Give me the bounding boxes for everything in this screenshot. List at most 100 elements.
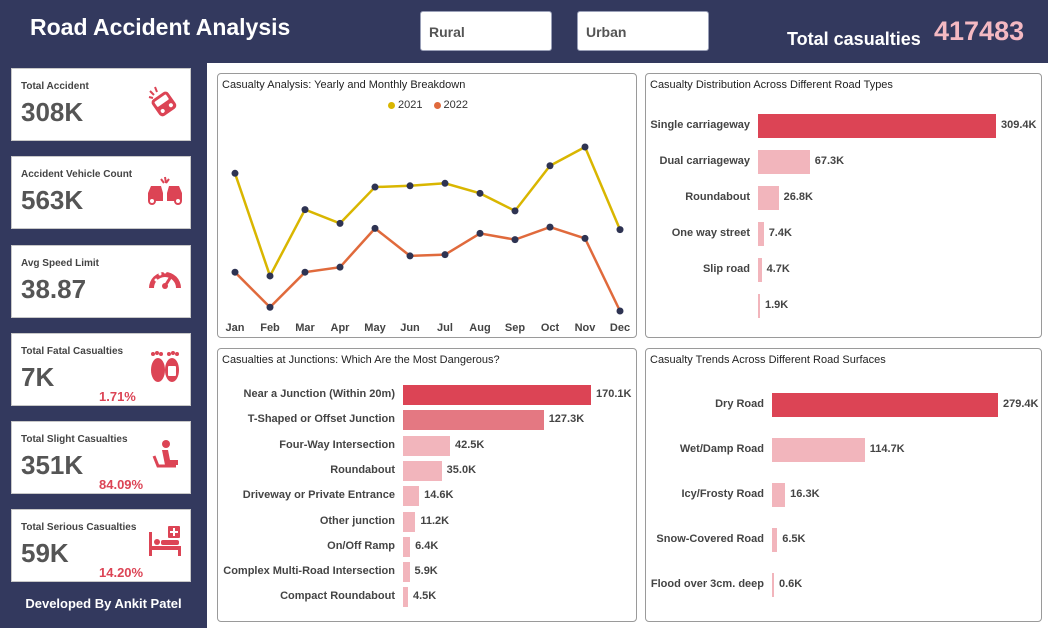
bar[interactable] xyxy=(758,186,779,210)
data-point-2021-Sep[interactable] xyxy=(511,207,519,215)
bar[interactable] xyxy=(758,114,996,138)
bar[interactable] xyxy=(403,410,544,431)
bar-value-label: 0.6K xyxy=(779,578,803,590)
data-point-2022-Jan[interactable] xyxy=(231,268,239,276)
bar-value-label: 4.7K xyxy=(766,263,790,275)
bar-category-label: Other junction xyxy=(319,514,395,527)
kpi-label: Total Serious Casualties xyxy=(21,522,137,533)
bar[interactable] xyxy=(403,385,591,405)
data-point-2022-Mar[interactable] xyxy=(301,268,309,276)
bar[interactable] xyxy=(403,435,450,456)
data-point-2022-Nov[interactable] xyxy=(581,234,589,242)
bar-category-label: Complex Multi-Road Intersection xyxy=(223,565,395,578)
data-point-2022-Feb[interactable] xyxy=(266,303,274,311)
data-point-2021-Apr[interactable] xyxy=(336,219,344,227)
bar[interactable] xyxy=(403,486,420,507)
surfaces-bar-chart: Dry Road 279.4K Wet/Damp Road 114.7K Icy/Fro… xyxy=(646,349,1041,621)
x-tick-label: Jul xyxy=(437,322,453,334)
bar[interactable] xyxy=(403,587,408,608)
kpi-card-vehicle-count: Accident Vehicle Count 563K xyxy=(11,156,191,229)
kpi-card-total-accident: Total Accident 308K xyxy=(11,68,191,141)
bar[interactable] xyxy=(403,511,416,532)
bar-value-label: 170.1K xyxy=(596,388,632,400)
speedometer-icon xyxy=(149,270,181,289)
x-tick-label: Nov xyxy=(575,322,597,334)
bar[interactable] xyxy=(758,150,810,174)
hospital-bed-icon xyxy=(149,526,181,556)
kpi-value: 59K xyxy=(21,538,69,568)
bar-category-label: Icy/Frosty Road xyxy=(681,488,764,500)
bar[interactable] xyxy=(758,222,764,246)
bar-value-label: 14.6K xyxy=(424,489,454,502)
data-point-2021-Feb[interactable] xyxy=(266,272,274,280)
surfaces-panel: Casualty Trends Across Different Road Su… xyxy=(645,348,1042,622)
bar[interactable] xyxy=(403,536,411,557)
bar-value-label: 11.2K xyxy=(420,514,450,527)
data-point-2022-Apr[interactable] xyxy=(336,263,344,271)
bar-value-label: 114.7K xyxy=(869,443,905,455)
data-point-2022-Jun[interactable] xyxy=(406,252,414,260)
kpi-value: 563K xyxy=(21,185,84,215)
filter-rural[interactable]: Rural xyxy=(420,11,552,51)
data-point-2021-Mar[interactable] xyxy=(301,206,309,214)
bar-category-label: Roundabout xyxy=(330,463,395,476)
developer-credit: Developed By Ankit Patel xyxy=(25,596,182,611)
bar-value-label: 127.3K xyxy=(548,413,585,426)
series-line-2021 xyxy=(233,145,622,280)
total-casualties-label: Total casualties xyxy=(787,29,921,49)
bar[interactable] xyxy=(403,460,442,481)
seated-person-icon xyxy=(152,440,178,468)
bar[interactable] xyxy=(772,528,778,552)
kpi-card-avg-speed: Avg Speed Limit 38.87 xyxy=(11,245,191,318)
kpi-label: Total Accident xyxy=(21,81,89,92)
bar-category-label: Compact Roundabout xyxy=(280,590,395,603)
bar-category-label: Dry Road xyxy=(715,398,764,410)
x-tick-label: Sep xyxy=(505,322,525,334)
data-point-2022-Oct[interactable] xyxy=(546,223,554,231)
data-point-2021-Nov[interactable] xyxy=(581,143,589,151)
bar-value-label: 309.4K xyxy=(1001,119,1037,131)
kpi-card-serious: Total Serious Casualties 59K 14.20% xyxy=(11,509,191,582)
data-point-2022-May[interactable] xyxy=(371,224,379,232)
data-point-2022-Jul[interactable] xyxy=(441,251,449,259)
car-crash-icon xyxy=(148,86,177,117)
bar-value-label: 7.4K xyxy=(768,227,792,239)
data-point-2022-Dec[interactable] xyxy=(616,307,624,315)
bar-value-label: 67.3K xyxy=(814,155,845,167)
bar[interactable] xyxy=(772,483,786,507)
junctions-panel: Casualties at Junctions: Which Are the M… xyxy=(217,348,637,622)
bar[interactable] xyxy=(758,258,762,282)
kpi-label: Avg Speed Limit xyxy=(21,258,99,269)
footprints-tag-icon xyxy=(151,351,179,382)
bar[interactable] xyxy=(772,393,998,417)
data-point-2021-Jul[interactable] xyxy=(441,179,449,187)
bar[interactable] xyxy=(772,438,865,462)
x-tick-label: Aug xyxy=(469,322,490,334)
line-chart-panel: Casualty Analysis: Yearly and Monthly Br… xyxy=(217,73,637,338)
kpi-card-fatal: Total Fatal Casualties 7K 1.71% xyxy=(11,333,191,406)
bar[interactable] xyxy=(403,562,410,583)
x-tick-label: Jun xyxy=(400,322,420,334)
bar-value-label: 4.5K xyxy=(412,590,437,603)
data-point-2021-May[interactable] xyxy=(371,183,379,191)
x-tick-label: May xyxy=(364,322,386,334)
data-point-2021-Dec[interactable] xyxy=(616,226,624,234)
data-point-2021-Oct[interactable] xyxy=(546,162,554,170)
kpi-percentage: 1.71% xyxy=(99,389,136,404)
data-point-2021-Aug[interactable] xyxy=(476,189,484,197)
kpi-value: 38.87 xyxy=(21,274,87,304)
x-tick-label: Apr xyxy=(331,322,351,334)
bar-value-label: 6.4K xyxy=(415,539,439,552)
bar-category-label: Roundabout xyxy=(685,191,750,203)
filter-urban[interactable]: Urban xyxy=(577,11,709,51)
bar[interactable] xyxy=(758,294,760,318)
bar-value-label: 16.3K xyxy=(790,488,820,500)
kpi-label: Total Slight Casualties xyxy=(21,434,128,445)
data-point-2022-Sep[interactable] xyxy=(511,236,519,244)
data-point-2021-Jan[interactable] xyxy=(231,169,239,177)
data-point-2021-Jun[interactable] xyxy=(406,182,414,190)
bar-value-label: 35.0K xyxy=(446,463,477,476)
bar[interactable] xyxy=(772,573,774,597)
bar-value-label: 26.8K xyxy=(783,191,813,203)
data-point-2022-Aug[interactable] xyxy=(476,229,484,237)
